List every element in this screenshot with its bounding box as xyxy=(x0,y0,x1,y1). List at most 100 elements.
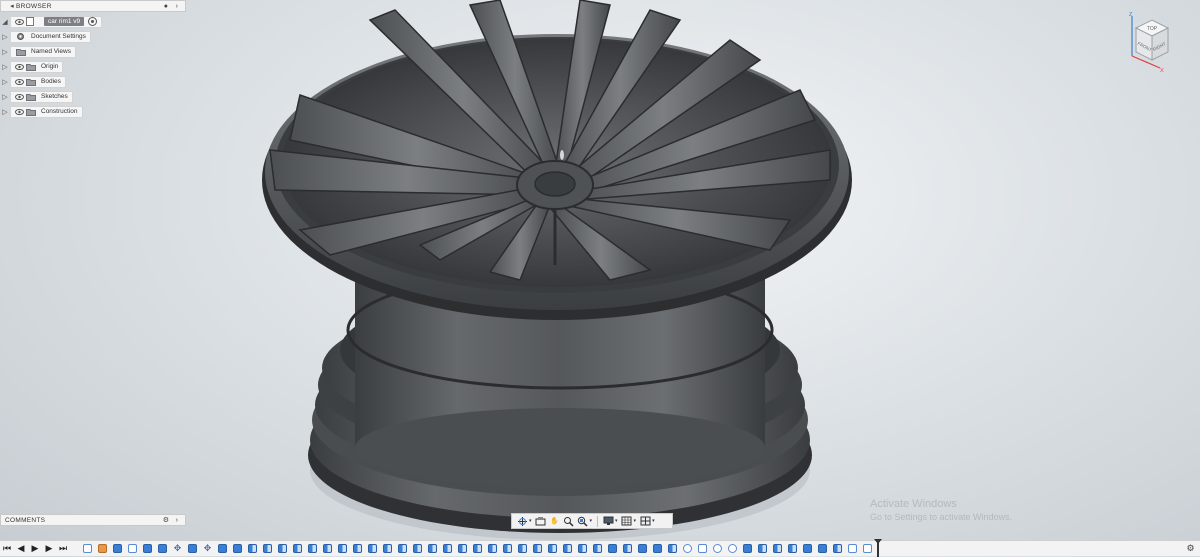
timeline-feature-sketch[interactable] xyxy=(862,543,873,554)
fit-icon[interactable] xyxy=(576,515,590,527)
timeline-marker[interactable] xyxy=(874,539,882,557)
timeline-feature-half[interactable] xyxy=(382,543,393,554)
timeline-settings-gear-icon[interactable]: ⚙ xyxy=(1185,543,1196,554)
timeline-feature-half[interactable] xyxy=(577,543,588,554)
step-forward-icon[interactable]: ▶ xyxy=(42,542,56,556)
expand-triangle-icon[interactable]: ▷ xyxy=(0,48,10,56)
timeline-feature-half[interactable] xyxy=(502,543,513,554)
timeline-feature-body[interactable] xyxy=(607,543,618,554)
timeline-feature-half[interactable] xyxy=(757,543,768,554)
browser-node-origin[interactable]: ▷ Origin xyxy=(0,60,186,73)
timeline-feature-half[interactable] xyxy=(337,543,348,554)
timeline-feature-half[interactable] xyxy=(397,543,408,554)
timeline-feature-sketch[interactable] xyxy=(82,543,93,554)
timeline-feature-body[interactable] xyxy=(157,543,168,554)
timeline-feature-half[interactable] xyxy=(367,543,378,554)
timeline-feature-half[interactable] xyxy=(427,543,438,554)
expand-panel-icon[interactable]: › xyxy=(173,516,181,524)
timeline-feature-half[interactable] xyxy=(352,543,363,554)
timeline-feature-cyl[interactable] xyxy=(727,543,738,554)
timeline-feature-sketch[interactable] xyxy=(847,543,858,554)
viewcube[interactable]: TOP FRONT RIGHT Z X xyxy=(1122,8,1186,74)
display-settings-dropdown-icon[interactable]: ▾ xyxy=(615,518,618,524)
timeline-feature-half[interactable] xyxy=(472,543,483,554)
settings-gear-icon[interactable]: ⚙ xyxy=(162,516,170,524)
timeline-feature-half[interactable] xyxy=(487,543,498,554)
activate-component-icon[interactable] xyxy=(88,17,98,26)
browser-root[interactable]: ◢ car rim1 v9 xyxy=(0,15,186,28)
viewports-dropdown-icon[interactable]: ▾ xyxy=(652,518,655,524)
expand-triangle-icon[interactable]: ▷ xyxy=(0,63,10,71)
timeline-feature-half[interactable] xyxy=(457,543,468,554)
timeline-feature-orange[interactable] xyxy=(97,543,108,554)
timeline-feature-body[interactable] xyxy=(802,543,813,554)
timeline-feature-half[interactable] xyxy=(292,543,303,554)
timeline-feature-half[interactable] xyxy=(832,543,843,554)
orbit-dropdown-icon[interactable]: ▾ xyxy=(529,518,532,524)
zoom-dropdown-icon[interactable]: ▾ xyxy=(590,518,593,524)
timeline-feature-body[interactable] xyxy=(817,543,828,554)
timeline-feature-half[interactable] xyxy=(247,543,258,554)
timeline-feature-body[interactable] xyxy=(187,543,198,554)
pin-icon[interactable]: ● xyxy=(162,2,170,10)
timeline-feature-half[interactable] xyxy=(412,543,423,554)
eye-icon[interactable] xyxy=(14,18,24,26)
go-to-end-icon[interactable]: ⏭ xyxy=(56,542,70,556)
eye-icon[interactable] xyxy=(14,63,24,71)
grid-icon[interactable] xyxy=(620,515,634,527)
timeline-feature-half[interactable] xyxy=(307,543,318,554)
timeline-feature-half[interactable] xyxy=(262,543,273,554)
timeline-feature-half[interactable] xyxy=(517,543,528,554)
expand-triangle-icon[interactable]: ▷ xyxy=(0,108,10,116)
viewports-icon[interactable] xyxy=(638,515,652,527)
timeline-feature-half[interactable] xyxy=(592,543,603,554)
timeline-feature-half[interactable] xyxy=(277,543,288,554)
timeline-feature-body[interactable] xyxy=(637,543,648,554)
orbit-icon[interactable] xyxy=(515,515,529,527)
collapse-arrow-icon[interactable]: ◂ xyxy=(8,2,16,10)
timeline-feature-body[interactable] xyxy=(112,543,123,554)
timeline-feature-half[interactable] xyxy=(562,543,573,554)
timeline-feature-half[interactable] xyxy=(787,543,798,554)
pan-icon[interactable]: ✋ xyxy=(548,515,562,527)
eye-icon[interactable] xyxy=(14,93,24,101)
timeline-feature-sketch[interactable] xyxy=(127,543,138,554)
browser-node-sketches[interactable]: ▷ Sketches xyxy=(0,90,186,103)
timeline-feature-half[interactable] xyxy=(667,543,678,554)
browser-node-document-settings[interactable]: ▷ Document Settings xyxy=(0,30,186,43)
timeline-feature-body[interactable] xyxy=(652,543,663,554)
browser-node-named-views[interactable]: ▷ Named Views xyxy=(0,45,186,58)
browser-node-bodies[interactable]: ▷ Bodies xyxy=(0,75,186,88)
root-component-name[interactable]: car rim1 v9 xyxy=(44,17,85,26)
play-icon[interactable]: ▶ xyxy=(28,542,42,556)
timeline-feature-half[interactable] xyxy=(532,543,543,554)
eye-icon[interactable] xyxy=(14,108,24,116)
timeline-feature-move[interactable]: ✥ xyxy=(172,543,183,554)
timeline-feature-cyl[interactable] xyxy=(712,543,723,554)
expand-triangle-icon[interactable]: ▷ xyxy=(0,93,10,101)
display-settings-icon[interactable] xyxy=(601,515,615,527)
browser-node-construction[interactable]: ▷ Construction xyxy=(0,105,186,118)
timeline-feature-body[interactable] xyxy=(217,543,228,554)
timeline-feature-sketch[interactable] xyxy=(697,543,708,554)
expand-triangle-icon[interactable]: ▷ xyxy=(0,78,10,86)
timeline-feature-body[interactable] xyxy=(142,543,153,554)
timeline-feature-half[interactable] xyxy=(772,543,783,554)
step-back-icon[interactable]: ◀ xyxy=(14,542,28,556)
timeline-feature-half[interactable] xyxy=(442,543,453,554)
expand-panel-icon[interactable]: › xyxy=(173,2,181,10)
timeline-feature-half[interactable] xyxy=(547,543,558,554)
timeline-feature-half[interactable] xyxy=(622,543,633,554)
collapse-triangle-icon[interactable]: ◢ xyxy=(0,18,10,26)
timeline-feature-cyl[interactable] xyxy=(682,543,693,554)
timeline-feature-body[interactable] xyxy=(232,543,243,554)
timeline-feature-body[interactable] xyxy=(742,543,753,554)
go-to-start-icon[interactable]: ⏮ xyxy=(0,542,14,556)
timeline-feature-move[interactable]: ✥ xyxy=(202,543,213,554)
grid-dropdown-icon[interactable]: ▾ xyxy=(634,518,637,524)
timeline-feature-half[interactable] xyxy=(322,543,333,554)
expand-triangle-icon[interactable]: ▷ xyxy=(0,33,10,41)
look-at-icon[interactable] xyxy=(534,515,548,527)
eye-icon[interactable] xyxy=(14,78,24,86)
zoom-icon[interactable] xyxy=(562,515,576,527)
